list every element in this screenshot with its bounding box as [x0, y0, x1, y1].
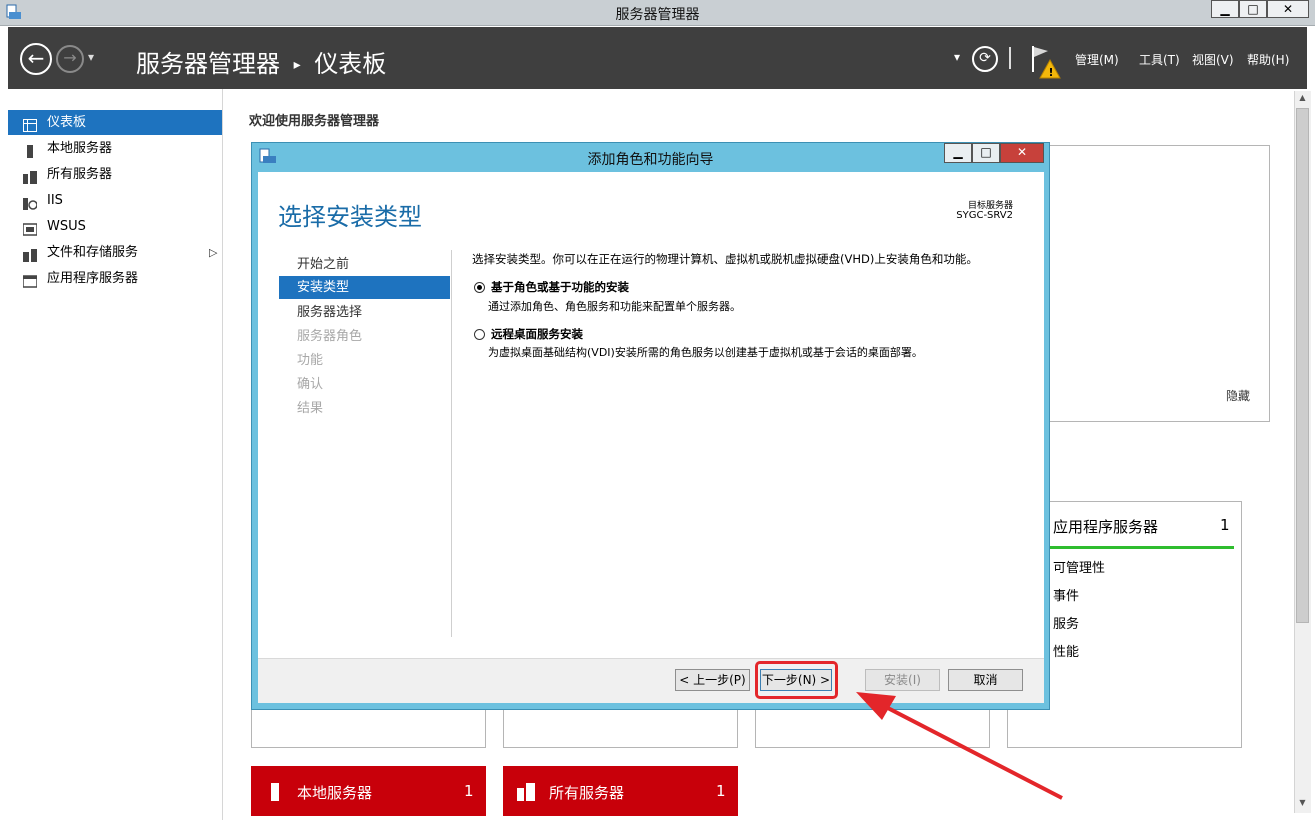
- tile-row-manageability[interactable]: 可管理性: [1053, 557, 1105, 576]
- dialog-minimize-button[interactable]: ▁: [944, 143, 972, 163]
- breadcrumb-separator: ▸: [293, 57, 301, 73]
- storage-icon: [23, 246, 37, 262]
- tile-row-performance[interactable]: 性能: [1053, 641, 1079, 660]
- breadcrumb-page: 仪表板: [314, 50, 387, 78]
- sidebar-item-label: WSUS: [47, 219, 86, 234]
- all-servers-tile[interactable]: 所有服务器 1: [503, 766, 738, 816]
- radio-role-based[interactable]: [474, 282, 485, 293]
- maximize-button[interactable]: □: [1239, 0, 1267, 18]
- sidebar-item-label: 本地服务器: [47, 141, 113, 156]
- servers-icon-part: [526, 783, 535, 801]
- server-icon: [23, 142, 37, 158]
- highlight-box: [755, 661, 838, 699]
- breadcrumb: 服务器管理器 ▸ 仪表板: [136, 44, 386, 79]
- tile-title: 应用程序服务器: [1053, 518, 1159, 536]
- sidebar-item-label: 文件和存储服务: [47, 245, 139, 260]
- menu-manage[interactable]: 管理(M): [1075, 51, 1119, 68]
- cancel-button[interactable]: 取消: [948, 669, 1023, 691]
- sidebar-item-label: 所有服务器: [47, 167, 113, 182]
- notification-flag-icon[interactable]: !: [1030, 44, 1064, 80]
- svg-text:!: !: [1049, 66, 1054, 79]
- app-server-icon: [22, 272, 38, 288]
- expand-arrow-icon[interactable]: ▷: [209, 246, 217, 259]
- tile-title: 本地服务器: [297, 784, 373, 802]
- sidebar-item-label: 应用程序服务器: [47, 271, 139, 286]
- wizard-step-before-you-begin[interactable]: 开始之前: [279, 253, 450, 276]
- tile-title: 所有服务器: [549, 784, 625, 802]
- sidebar-item-dashboard[interactable]: 仪表板: [8, 110, 222, 135]
- radio-remote-desktop[interactable]: [474, 329, 485, 340]
- tile-row-events[interactable]: 事件: [1053, 585, 1079, 604]
- servers-icon: [23, 168, 37, 184]
- wizard-step-features: 功能: [297, 353, 324, 368]
- minimize-button[interactable]: ▁: [1211, 0, 1239, 18]
- wsus-icon: [22, 220, 38, 236]
- previous-button[interactable]: < 上一步(P): [675, 669, 750, 691]
- dialog-maximize-button[interactable]: □: [972, 143, 1000, 163]
- sidebar-item-label: 仪表板: [47, 115, 87, 130]
- install-button: 安装(I): [865, 669, 940, 691]
- sidebar-item-label: IIS: [47, 193, 63, 208]
- option-remote-desktop-label[interactable]: 远程桌面服务安装: [491, 326, 583, 342]
- menu-help[interactable]: 帮助(H): [1247, 51, 1289, 68]
- server-icon: [271, 783, 279, 801]
- sidebar-item-file-storage[interactable]: 文件和存储服务: [8, 240, 222, 265]
- local-server-tile[interactable]: 本地服务器 1: [251, 766, 486, 816]
- sidebar-item-app-server[interactable]: 应用程序服务器: [8, 266, 222, 291]
- option-remote-desktop-desc: 为虚拟桌面基础结构(VDI)安装所需的角色服务以创建基于虚拟机或基于会话的桌面部…: [488, 346, 923, 359]
- tile-count: 1: [1220, 516, 1230, 534]
- dialog-close-button[interactable]: ✕: [1000, 143, 1044, 163]
- wizard-step-results: 结果: [297, 401, 324, 416]
- menu-view[interactable]: 视图(V): [1192, 51, 1234, 68]
- scrollbar-thumb[interactable]: [1296, 108, 1309, 623]
- dashboard-icon: [23, 116, 37, 132]
- refresh-dropdown-icon[interactable]: ▾: [954, 50, 960, 64]
- tile-bottom: [503, 705, 738, 748]
- scroll-up-icon[interactable]: ▲: [1296, 93, 1309, 106]
- install-type-intro: 选择安装类型。你可以在正在运行的物理计算机、虚拟机或脱机虚拟硬盘(VHD)上安装…: [472, 252, 978, 266]
- sidebar-item-all-servers[interactable]: 所有服务器: [8, 162, 222, 187]
- forward-icon[interactable]: →: [56, 45, 84, 73]
- wizard-step-server-selection[interactable]: 服务器选择: [279, 301, 450, 324]
- wizard-heading: 选择安装类型: [278, 203, 422, 231]
- servers-icon: [517, 788, 524, 801]
- option-role-based-desc: 通过添加角色、角色服务和功能来配置单个服务器。: [488, 300, 741, 313]
- option-role-based-label[interactable]: 基于角色或基于功能的安装: [491, 279, 629, 295]
- wizard-divider: [451, 250, 452, 637]
- sidebar-item-wsus[interactable]: WSUS: [8, 214, 222, 239]
- welcome-panel: [1048, 145, 1270, 422]
- wizard-step-installation-type[interactable]: 安装类型: [279, 276, 450, 299]
- tile-status-bar: [1050, 546, 1234, 549]
- header-divider: [1009, 47, 1011, 69]
- sidebar-item-iis[interactable]: IIS: [8, 188, 222, 213]
- red-arrow-annotation: [856, 692, 1063, 800]
- wizard-step-server-roles: 服务器角色: [297, 329, 363, 344]
- dialog-title: 添加角色和功能向导: [587, 152, 714, 168]
- menu-tools[interactable]: 工具(T): [1139, 51, 1180, 68]
- refresh-icon[interactable]: ⟳: [972, 46, 998, 72]
- sidebar-item-local-server[interactable]: 本地服务器: [8, 136, 222, 161]
- welcome-heading: 欢迎使用服务器管理器: [249, 114, 380, 129]
- tile-row-services[interactable]: 服务: [1053, 613, 1079, 632]
- tile-count: 1: [716, 782, 726, 800]
- iis-icon: [23, 194, 38, 210]
- back-icon[interactable]: ←: [20, 43, 52, 75]
- wizard-step-confirmation: 确认: [297, 377, 324, 392]
- window-title: 服务器管理器: [615, 7, 700, 23]
- history-dropdown-icon[interactable]: ▾: [88, 50, 94, 64]
- hide-link[interactable]: 隐藏: [1226, 387, 1250, 404]
- close-button[interactable]: ✕: [1267, 0, 1309, 18]
- breadcrumb-app[interactable]: 服务器管理器: [136, 50, 280, 78]
- tile-bottom: [251, 705, 486, 748]
- target-server-value: SYGC-SRV2: [956, 210, 1013, 221]
- tile-count: 1: [464, 782, 474, 800]
- scroll-down-icon[interactable]: ▼: [1296, 798, 1309, 811]
